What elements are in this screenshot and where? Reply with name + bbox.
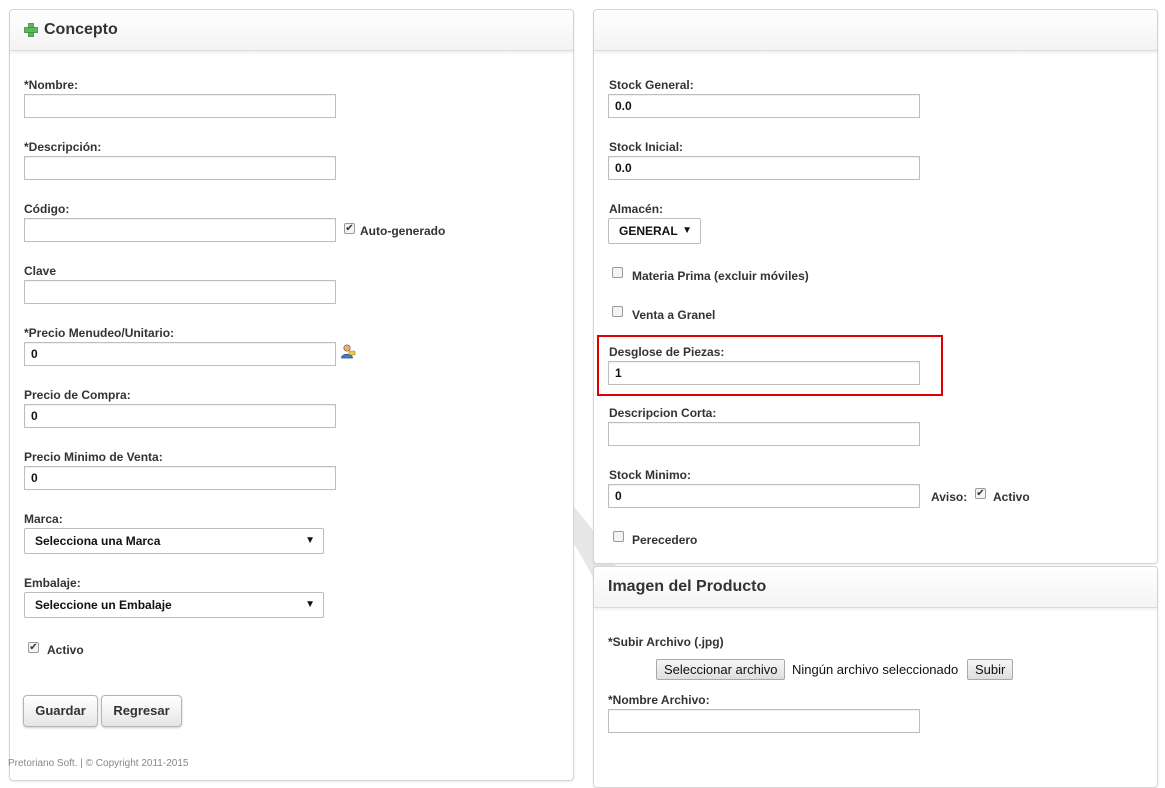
precio-menudeo-input[interactable]: 0 <box>24 342 336 366</box>
stock-minimo-input[interactable]: 0 <box>608 484 920 508</box>
chevron-down-icon: ▼ <box>305 535 315 546</box>
puzzle-plus-icon <box>24 23 38 37</box>
precio-compra-input[interactable]: 0 <box>24 404 336 428</box>
materia-prima-label: Materia Prima (excluir móviles) <box>632 269 809 283</box>
subir-button[interactable]: Subir <box>967 659 1014 680</box>
almacen-select[interactable]: GENERAL ▼ <box>608 218 701 244</box>
marca-label: Marca: <box>24 512 63 526</box>
activo-checkbox[interactable]: ✔ <box>28 642 39 653</box>
embalaje-select-value: Seleccione un Embalaje <box>35 598 172 612</box>
marca-select-value: Selecciona una Marca <box>35 534 161 548</box>
select-file-button[interactable]: Seleccionar archivo <box>656 659 786 680</box>
desglose-label: Desglose de Piezas: <box>609 345 725 359</box>
precio-menudeo-label: *Precio Menudeo/Unitario: <box>24 326 175 340</box>
venta-granel-checkbox[interactable] <box>612 306 623 317</box>
venta-granel-label: Venta a Granel <box>632 308 716 322</box>
descripcion-corta-input[interactable] <box>608 422 920 446</box>
user-price-icon[interactable] <box>340 343 356 359</box>
marca-select[interactable]: Selecciona una Marca ▼ <box>24 528 324 554</box>
nombre-label: *Nombre: <box>24 78 79 92</box>
concepto-panel-header: Concepto <box>10 10 573 51</box>
nombre-archivo-input[interactable] <box>608 709 920 733</box>
precio-compra-label: Precio de Compra: <box>24 388 131 402</box>
footer-copyright: Pretoriano Soft. | © Copyright 2011-2015 <box>8 758 189 769</box>
aviso-activo-label: Activo <box>993 490 1030 504</box>
perecedero-label: Perecedero <box>632 533 698 547</box>
stock-minimo-label: Stock Minimo: <box>609 468 692 482</box>
autogenerado-checkbox[interactable]: ✔ <box>344 223 355 234</box>
chevron-down-icon: ▼ <box>305 599 315 610</box>
nombre-archivo-label: *Nombre Archivo: <box>608 693 710 707</box>
guardar-button[interactable]: Guardar <box>23 695 98 727</box>
imagen-panel-header: Imagen del Producto <box>594 567 1157 608</box>
imagen-panel-title: Imagen del Producto <box>608 578 767 595</box>
stock-general-label: Stock General: <box>609 78 694 92</box>
descripcion-input[interactable] <box>24 156 336 180</box>
aviso-label: Aviso: <box>931 490 968 504</box>
aviso-checkbox[interactable]: ✔ <box>975 488 986 499</box>
materia-prima-checkbox[interactable] <box>612 267 623 278</box>
codigo-label: Código: <box>24 202 70 216</box>
stock-inicial-input[interactable]: 0.0 <box>608 156 920 180</box>
almacen-select-value: GENERAL <box>619 224 678 238</box>
autogenerado-label: Auto-generado <box>360 224 446 238</box>
stock-general-input[interactable]: 0.0 <box>608 94 920 118</box>
stock-inicial-label: Stock Inicial: <box>609 140 684 154</box>
codigo-input[interactable] <box>24 218 336 242</box>
descripcion-label: *Descripción: <box>24 140 102 154</box>
perecedero-checkbox[interactable] <box>613 531 624 542</box>
precio-minimo-label: Precio Minimo de Venta: <box>24 450 163 464</box>
clave-input[interactable] <box>24 280 336 304</box>
inventario-panel-header <box>594 10 1157 51</box>
embalaje-label: Embalaje: <box>24 576 81 590</box>
almacen-label: Almacén: <box>609 202 664 216</box>
chevron-down-icon: ▼ <box>682 225 692 236</box>
nombre-input[interactable] <box>24 94 336 118</box>
no-file-text: Ningún archivo seleccionado <box>792 662 959 677</box>
clave-label: Clave <box>24 264 57 278</box>
embalaje-select[interactable]: Seleccione un Embalaje ▼ <box>24 592 324 618</box>
descripcion-corta-label: Descripcion Corta: <box>609 406 717 420</box>
regresar-button[interactable]: Regresar <box>101 695 182 727</box>
subir-archivo-label: *Subir Archivo (.jpg) <box>608 635 724 649</box>
concepto-title: Concepto <box>44 21 118 38</box>
activo-label: Activo <box>47 643 84 657</box>
precio-minimo-input[interactable]: 0 <box>24 466 336 490</box>
desglose-input[interactable]: 1 <box>608 361 920 385</box>
